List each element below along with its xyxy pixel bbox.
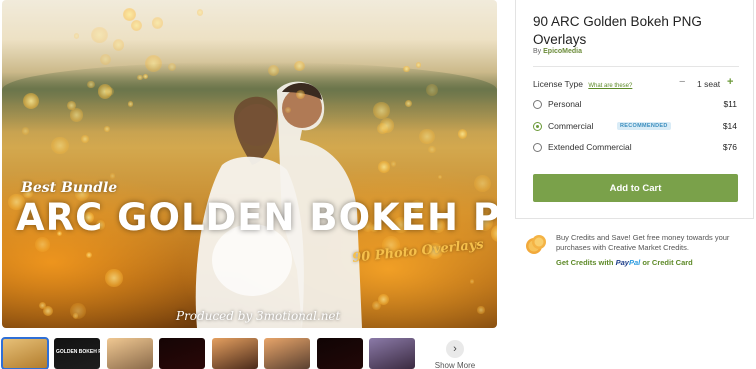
get-credits-prefix: Get Credits with [556,258,614,267]
bokeh-dot [70,302,87,319]
license-help-link[interactable]: What are these? [588,83,632,89]
thumbnail-5[interactable] [212,338,258,369]
show-more-label: Show More [434,361,476,369]
bokeh-dot [112,39,125,52]
thumbnail-4[interactable] [159,338,205,369]
author-link[interactable]: EpicoMedia [543,48,582,55]
bokeh-dot [72,312,79,319]
bokeh-dot [196,9,204,16]
paypal-logo: PayPal [616,258,641,267]
bokeh-dot [151,17,164,29]
thumbnail-1[interactable] [1,337,49,369]
license-type-text: License Type [533,79,583,89]
paypal-logo-part-b: Pal [628,258,641,267]
bokeh-dot [391,161,397,167]
bokeh-dot [74,33,80,39]
license-option-extended-commercial[interactable]: Extended Commercial $76 [533,141,739,155]
bokeh-dot [100,53,112,65]
show-more-button[interactable]: › Show More [430,340,480,369]
bokeh-dot [42,306,53,317]
thumbnail-label: GOLDEN BOKEH PNG [56,349,100,355]
license-name: Commercial [548,121,594,131]
add-to-cart-button[interactable]: Add to Cart [533,174,738,202]
seat-count: 1 seat [697,79,721,89]
bokeh-dot [38,301,46,309]
seat-increment-button[interactable]: + [727,76,733,88]
coins-icon [526,235,546,254]
get-credits-link[interactable]: Get Credits with PayPal or Credit Card [556,258,693,267]
license-option-commercial[interactable]: Commercial RECOMMENDED $14 [533,120,739,134]
bokeh-dot [109,172,116,179]
best-bundle-label: Best Bundle [21,180,118,196]
divider [533,66,739,67]
bokeh-dot [35,237,51,253]
product-byline: By EpicoMedia [533,48,582,55]
preview-headline: ARC GOLDEN BOKEH PNG [16,196,497,239]
license-price: $76 [722,142,737,152]
thumbnail-6[interactable] [264,338,310,369]
bokeh-dot [428,145,436,154]
bokeh-dot [85,252,92,259]
bokeh-dot [477,306,485,314]
byline-prefix: By [533,48,542,55]
paypal-logo-part-a: Pay [615,258,629,267]
purchase-panel: 90 ARC Golden Bokeh PNG Overlays By Epic… [515,0,754,219]
bokeh-dot [80,135,89,144]
get-credits-suffix: or Credit Card [642,258,693,267]
bokeh-dot [105,269,123,288]
radio-personal[interactable] [533,100,542,109]
bokeh-dot [122,8,136,22]
preview-credit: Produced by 3motional.net [176,309,341,323]
bokeh-dot [415,62,422,68]
product-title: 90 ARC Golden Bokeh PNG Overlays [533,14,702,47]
thumbnail-strip: GOLDEN BOKEH PNG [1,337,502,369]
bokeh-dot [130,20,143,32]
thumbnail-3[interactable] [107,338,153,369]
license-type-label: License Type What are these? [533,79,632,89]
thumbnail-7[interactable] [317,338,363,369]
license-option-personal[interactable]: Personal $11 [533,98,739,112]
bokeh-dot [438,174,443,179]
chevron-right-icon[interactable]: › [446,340,464,358]
recommended-badge: RECOMMENDED [617,122,671,130]
license-name: Personal [548,99,582,109]
thumbnail-2[interactable]: GOLDEN BOKEH PNG [54,338,100,369]
product-preview-image[interactable]: Best Bundle ARC GOLDEN BOKEH PNG 90 Phot… [2,0,497,328]
thumbnail-8[interactable] [369,338,415,369]
license-name: Extended Commercial [548,142,632,152]
bokeh-dot [51,137,69,155]
radio-commercial[interactable] [533,122,542,131]
bokeh-dot [474,174,492,192]
seat-decrement-button[interactable]: − [679,76,685,88]
credits-promo-text: Buy Credits and Save! Get free money tow… [556,233,730,252]
license-price: $11 [723,99,737,109]
bokeh-dot [469,279,475,284]
bokeh-dot [91,26,108,44]
radio-extended-commercial[interactable] [533,143,542,152]
license-price: $14 [722,121,737,131]
